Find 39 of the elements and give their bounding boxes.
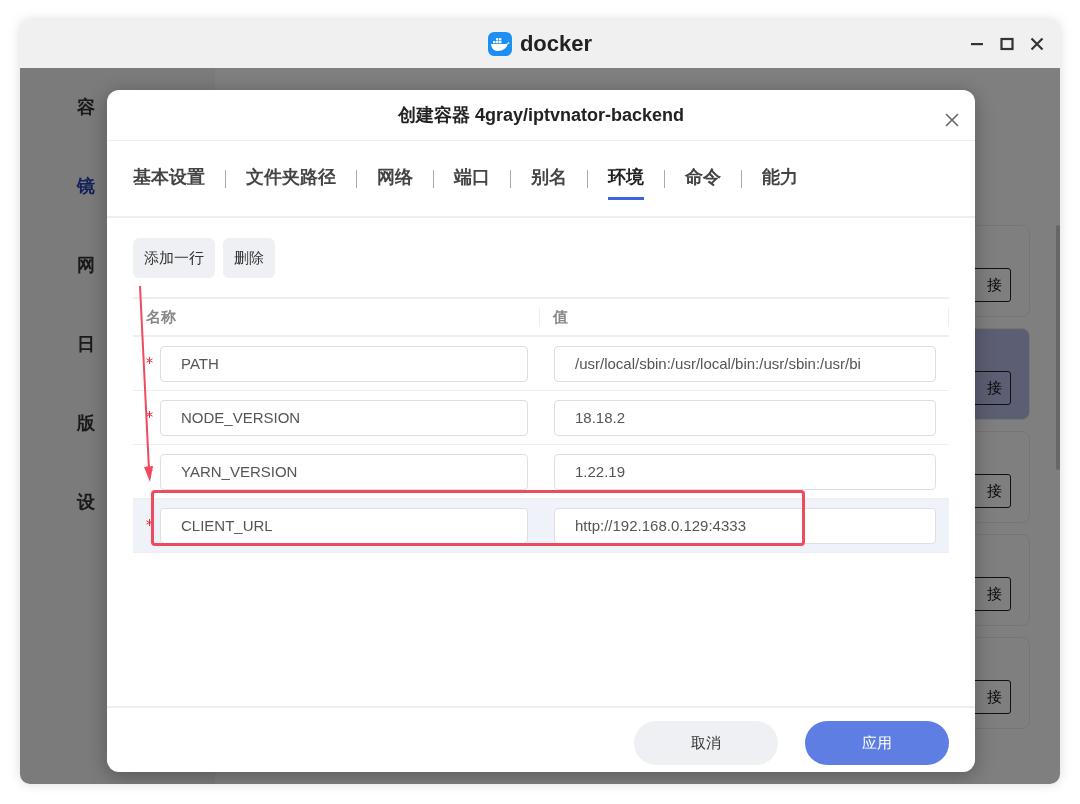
tab[interactable]: 基本设置 [133, 157, 205, 200]
table-row[interactable]: PATH /usr/local/sbin:/usr/local/bin:/usr/sbin:/usr/bi [133, 337, 949, 391]
whale-logo-icon [487, 32, 512, 56]
delete-button[interactable]: 删除 [223, 238, 275, 278]
value-field[interactable]: http://192.168.0.129:4333 [554, 507, 936, 544]
table-row[interactable]: NODE_VERSION 18.18.2 [133, 391, 949, 445]
name-field[interactable]: NODE_VERSION [160, 399, 528, 436]
name-field[interactable]: CLIENT_URL [160, 507, 528, 544]
add-row-button[interactable]: 添加一行 [133, 238, 215, 278]
column-header: 名称 [133, 307, 540, 327]
table-row[interactable]: YARN_VERSION 1.22.19 [133, 445, 949, 499]
tab[interactable]: 网络 [377, 157, 413, 200]
tab[interactable]: 别名 [531, 157, 567, 200]
name-field[interactable]: PATH [160, 345, 528, 382]
scrollbar[interactable] [1056, 225, 1060, 470]
tab[interactable]: 文件夹路径 [246, 157, 336, 200]
tab[interactable]: 环境 [608, 157, 644, 200]
sidebar-item[interactable]: 设 [77, 491, 95, 513]
sidebar-item[interactable]: 镜 [77, 175, 95, 197]
value-field[interactable]: /usr/local/sbin:/usr/local/bin:/usr/sbin:/usr/bi [554, 345, 936, 382]
close-icon[interactable] [1030, 37, 1044, 51]
value-field[interactable]: 18.18.2 [554, 399, 936, 436]
tab[interactable]: 能力 [762, 157, 798, 200]
sidebar-item[interactable]: 日 [77, 333, 95, 355]
sidebar-item[interactable]: 版 [77, 412, 95, 434]
maximize-icon[interactable] [1000, 37, 1014, 51]
window-title: docker [519, 31, 593, 57]
cancel-button[interactable]: 取消 [634, 721, 778, 765]
value-field[interactable]: 1.22.19 [554, 453, 936, 490]
tab[interactable]: 命令 [685, 157, 721, 200]
name-field[interactable]: YARN_VERSION [160, 453, 528, 490]
column-header: 值 [540, 307, 949, 327]
sidebar-item[interactable]: 网 [77, 254, 95, 276]
apply-button[interactable]: 应用 [805, 721, 949, 765]
dialog-title: 创建容器 4gray/iptvnator-backend [397, 104, 685, 127]
table-row[interactable]: CLIENT_URL http://192.168.0.129:4333 [133, 499, 949, 553]
tab[interactable]: 端口 [454, 157, 490, 200]
close-icon[interactable] [945, 113, 959, 127]
sidebar-item[interactable]: 容 [77, 96, 95, 118]
